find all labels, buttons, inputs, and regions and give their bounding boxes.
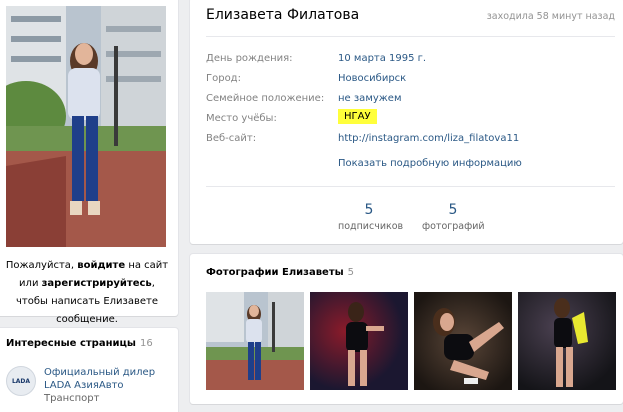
login-link[interactable]: войдите <box>77 260 125 271</box>
photo-image <box>414 292 512 390</box>
avatar-photo <box>6 6 166 247</box>
birthday-label: День рождения: <box>206 53 293 64</box>
relationship-label: Семейное положение: <box>206 93 325 104</box>
photos-title: Фотографии Елизаветы <box>206 267 344 278</box>
divider <box>206 186 615 187</box>
photos-label: фотографий <box>422 221 485 232</box>
profile-info-card: Елизавета Филатова заходила 58 минут наз… <box>190 0 623 244</box>
avatar[interactable] <box>6 6 166 247</box>
photo-image <box>310 292 408 390</box>
interests-card: Интересные страницы 16 LADA Официальный д… <box>0 328 178 412</box>
followers-label: подписчиков <box>338 221 404 232</box>
education-value-wrap: НГАУ <box>338 109 377 124</box>
website-link[interactable]: http://instagram.com/liza_filatova11 <box>338 133 519 144</box>
interest-item-category: Транспорт <box>44 393 100 404</box>
page-title: Елизавета Филатова <box>206 7 360 23</box>
photos-header[interactable]: Фотографии Елизаветы 5 <box>206 267 354 278</box>
login-prompt-text: Пожалуйста, <box>5 260 78 271</box>
interest-item-name[interactable]: Официальный дилер LADA АзияАвто <box>44 366 178 392</box>
last-seen-status: заходила 58 минут назад <box>486 11 615 22</box>
photo-thumbnail[interactable] <box>206 292 304 390</box>
relationship-value[interactable]: не замужем <box>338 93 401 104</box>
followers-count: 5 <box>364 202 374 218</box>
show-more-info-link[interactable]: Показать подробную информацию <box>338 158 522 169</box>
interests-title: Интересные страницы <box>6 338 136 349</box>
photo-thumbnail[interactable] <box>310 292 408 390</box>
photo-image <box>518 292 616 390</box>
login-prompt: Пожалуйста, войдите на сайт или зарегист… <box>4 257 170 329</box>
avatar-card: Пожалуйста, войдите на сайт или зарегист… <box>0 0 178 325</box>
city-value[interactable]: Новосибирск <box>338 73 406 84</box>
followers-counter[interactable]: 5 подписчиков <box>338 202 404 232</box>
lada-logo-icon[interactable]: LADA <box>6 366 36 396</box>
birthday-value[interactable]: 10 марта 1995 г. <box>338 53 426 64</box>
city-label: Город: <box>206 73 241 84</box>
register-link[interactable]: зарегистрируйтесь <box>42 278 152 289</box>
website-label: Веб-сайт: <box>206 133 257 144</box>
photos-count: 5 <box>448 202 458 218</box>
education-value[interactable]: НГАУ <box>338 109 377 124</box>
interests-count: 16 <box>139 338 153 349</box>
divider <box>206 36 615 37</box>
photos-total: 5 <box>347 267 355 278</box>
interests-header[interactable]: Интересные страницы 16 <box>6 338 153 349</box>
photo-image <box>206 292 304 390</box>
photos-card: Фотографии Елизаветы 5 <box>190 254 623 404</box>
photos-counter[interactable]: 5 фотографий <box>422 202 485 232</box>
photo-thumbnail[interactable] <box>518 292 616 390</box>
photo-thumbnail[interactable] <box>414 292 512 390</box>
education-label: Место учёбы: <box>206 113 277 124</box>
